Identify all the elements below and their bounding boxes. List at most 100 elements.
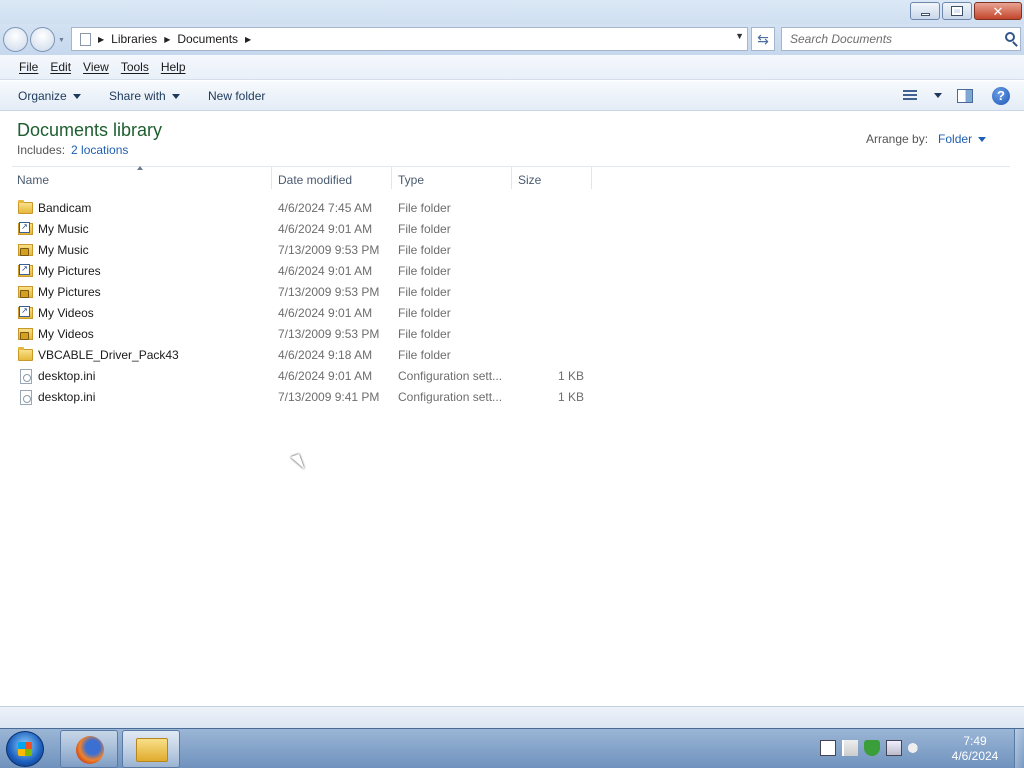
notification-area	[820, 740, 924, 756]
document-tray-icon[interactable]	[820, 740, 836, 756]
organize-button[interactable]: Organize	[18, 89, 81, 103]
file-row[interactable]: desktop.ini 4/6/2024 9:01 AM Configuration…	[0, 366, 600, 387]
column-divider[interactable]	[591, 167, 592, 189]
file-name: My Pictures	[38, 264, 101, 278]
new-folder-button[interactable]: New folder	[208, 89, 265, 103]
address-row: ▼ ▶ Libraries ▶ Documents ▶ ▼ ⇆	[0, 24, 1024, 55]
caption-buttons: ✕	[910, 2, 1022, 20]
volume-icon[interactable]	[908, 740, 924, 756]
taskbar-windows-explorer[interactable]	[122, 730, 180, 768]
file-row[interactable]: Bandicam 4/6/2024 7:45 AM File folder	[0, 198, 600, 219]
file-list: Bandicam 4/6/2024 7:45 AM File folder My M…	[0, 198, 600, 408]
locked-folder-icon	[18, 244, 33, 256]
column-header-size[interactable]: Size	[518, 172, 590, 194]
breadcrumb-separator-icon[interactable]: ▶	[164, 35, 170, 44]
shortcut-folder-icon	[18, 264, 33, 277]
file-name: My Videos	[38, 306, 94, 320]
arrange-by-dropdown[interactable]: Folder	[938, 132, 987, 146]
security-shield-icon[interactable]	[864, 740, 880, 756]
library-title: Documents library	[17, 120, 163, 140]
file-date: 7/13/2009 9:53 PM	[278, 285, 380, 299]
action-center-flag-icon[interactable]	[842, 740, 858, 756]
file-name: desktop.ini	[38, 390, 96, 404]
file-date: 7/13/2009 9:53 PM	[278, 243, 380, 257]
search-box[interactable]	[781, 27, 1021, 51]
file-type: Configuration sett...	[398, 390, 503, 404]
arrange-by: Arrange by: Folder	[866, 132, 987, 146]
refresh-icon: ⇆	[757, 31, 769, 47]
file-date: 4/6/2024 9:01 AM	[278, 369, 373, 383]
chevron-down-icon	[978, 137, 987, 143]
file-name: My Music	[38, 222, 89, 236]
file-type: File folder	[398, 285, 451, 299]
file-row[interactable]: VBCABLE_Driver_Pack43 4/6/2024 9:18 AM Fil…	[0, 345, 600, 366]
organize-label: Organize	[18, 89, 67, 103]
show-desktop-button[interactable]	[1014, 729, 1024, 768]
start-button[interactable]	[6, 731, 44, 767]
menu-view[interactable]: View	[83, 60, 109, 74]
taskbar-firefox[interactable]	[60, 730, 118, 768]
file-row[interactable]: My Music 7/13/2009 9:53 PM File folder	[0, 240, 600, 261]
menu-tools[interactable]: Tools	[121, 60, 149, 74]
file-date: 7/13/2009 9:41 PM	[278, 390, 380, 404]
folder-icon	[18, 200, 33, 214]
preview-pane-icon[interactable]	[957, 89, 973, 103]
file-name: Bandicam	[38, 201, 92, 215]
file-type: Configuration sett...	[398, 369, 503, 383]
column-divider[interactable]	[271, 167, 272, 189]
menu-file[interactable]: File	[19, 60, 38, 74]
menu-bar: File Edit View Tools Help	[0, 55, 1024, 80]
file-row[interactable]: My Pictures 7/13/2009 9:53 PM File folder	[0, 282, 600, 303]
locations-link[interactable]: 2 locations	[71, 143, 128, 157]
share-with-button[interactable]: Share with	[109, 89, 180, 103]
restore-button[interactable]	[942, 2, 972, 20]
network-icon[interactable]	[886, 740, 902, 756]
file-date: 4/6/2024 7:45 AM	[278, 201, 373, 215]
folder-icon	[18, 347, 33, 361]
column-header-type[interactable]: Type	[398, 172, 510, 194]
file-type: File folder	[398, 348, 451, 362]
config-file-icon	[20, 369, 32, 384]
search-input[interactable]	[790, 28, 990, 50]
address-bar[interactable]: ▶ Libraries ▶ Documents ▶ ▼	[71, 27, 748, 51]
breadcrumb-separator-icon[interactable]: ▶	[245, 35, 251, 44]
file-row[interactable]: My Pictures 4/6/2024 9:01 AM File folder	[0, 261, 600, 282]
minimize-button[interactable]	[910, 2, 940, 20]
taskbar: 7:49 4/6/2024	[0, 728, 1024, 768]
refresh-button[interactable]: ⇆	[751, 27, 775, 51]
file-name: My Music	[38, 243, 89, 257]
view-options-chevron-icon[interactable]	[934, 93, 942, 98]
taskbar-clock[interactable]: 7:49 4/6/2024	[945, 734, 1005, 764]
file-row[interactable]: desktop.ini 7/13/2009 9:41 PM Configuratio…	[0, 387, 600, 408]
file-row[interactable]: My Music 4/6/2024 9:01 AM File folder	[0, 219, 600, 240]
search-icon[interactable]	[1005, 32, 1015, 42]
sort-ascending-icon	[137, 166, 143, 170]
menu-help[interactable]: Help	[161, 60, 186, 74]
column-divider[interactable]	[511, 167, 512, 189]
column-header-name[interactable]: Name	[17, 172, 271, 194]
file-date: 7/13/2009 9:53 PM	[278, 327, 380, 341]
address-dropdown-icon[interactable]: ▼	[735, 31, 744, 41]
forward-button[interactable]	[30, 27, 55, 52]
column-divider[interactable]	[391, 167, 392, 189]
file-row[interactable]: My Videos 4/6/2024 9:01 AM File folder	[0, 303, 600, 324]
help-icon[interactable]: ?	[992, 87, 1010, 105]
recent-pages-dropdown-icon[interactable]: ▼	[58, 37, 65, 44]
breadcrumb-documents[interactable]: Documents	[177, 32, 238, 46]
includes-label: Includes:	[17, 143, 66, 157]
column-header-date-modified[interactable]: Date modified	[278, 172, 390, 194]
back-button[interactable]	[3, 27, 28, 52]
file-name: desktop.ini	[38, 369, 96, 383]
file-list-pane: Documents library Includes: 2 locations A…	[0, 112, 1024, 706]
file-size: 1 KB	[557, 369, 584, 383]
close-button[interactable]: ✕	[974, 2, 1022, 20]
menu-edit[interactable]: Edit	[50, 60, 71, 74]
file-type: File folder	[398, 327, 451, 341]
breadcrumb-libraries[interactable]: Libraries	[111, 32, 157, 46]
locked-folder-icon	[18, 328, 33, 340]
file-row[interactable]: My Videos 7/13/2009 9:53 PM File folder	[0, 324, 600, 345]
breadcrumb-separator-icon[interactable]: ▶	[98, 35, 104, 44]
clock-date: 4/6/2024	[951, 749, 999, 763]
file-date: 4/6/2024 9:01 AM	[278, 222, 373, 236]
change-view-icon[interactable]	[903, 90, 917, 102]
